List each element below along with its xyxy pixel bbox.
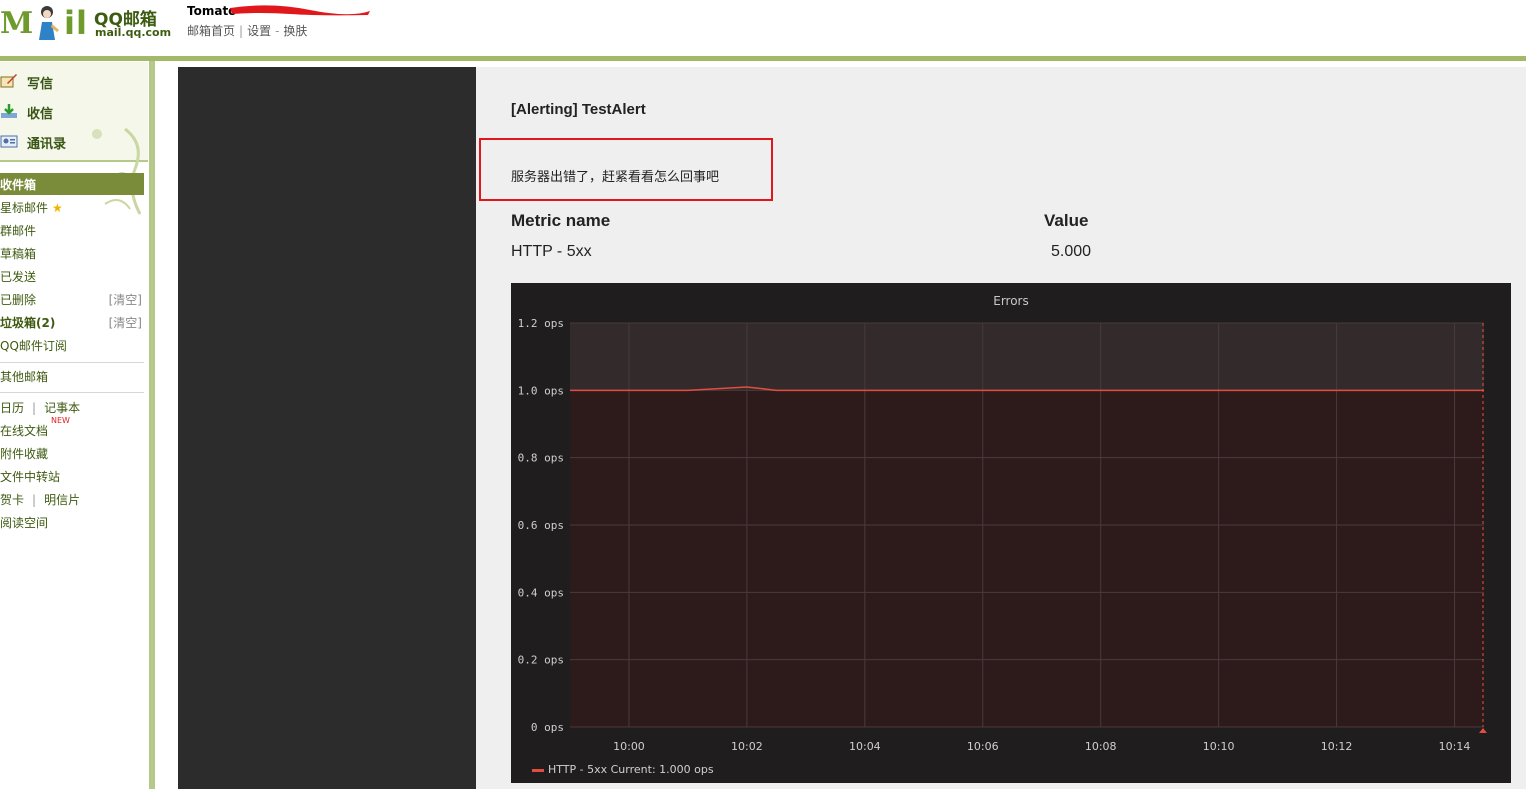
x-tick-label: 10:14 bbox=[1439, 740, 1471, 753]
x-tick-label: 10:12 bbox=[1321, 740, 1353, 753]
legend-label: HTTP - 5xx Current: 1.000 ops bbox=[548, 763, 714, 776]
mailbox-home-link[interactable]: 邮箱首页 bbox=[187, 24, 235, 38]
y-tick-label: 0.4 ops bbox=[518, 586, 564, 599]
y-tick-label: 1.0 ops bbox=[518, 384, 564, 397]
folder-label: 群邮件 bbox=[0, 224, 37, 238]
logo-domain: mail.qq.com bbox=[95, 26, 172, 39]
x-tick-label: 10:08 bbox=[1085, 740, 1117, 753]
folder-label: QQ邮件订阅 bbox=[0, 339, 67, 353]
folder-inbox[interactable]: 收件箱 bbox=[0, 173, 144, 195]
user-name: Tomato bbox=[187, 4, 237, 18]
y-tick-label: 0 ops bbox=[531, 721, 564, 734]
settings-link[interactable]: 设置 bbox=[247, 24, 271, 38]
folder-group[interactable]: 群邮件 bbox=[0, 220, 144, 240]
other-mailboxes[interactable]: 其他邮箱 bbox=[0, 366, 144, 386]
tools-reading[interactable]: 阅读空间 bbox=[0, 512, 144, 532]
logo-figure-icon bbox=[39, 6, 59, 40]
sidebar-divider bbox=[0, 392, 144, 393]
y-tick-label: 0.2 ops bbox=[518, 654, 564, 667]
separator: | bbox=[32, 401, 37, 415]
contacts-label: 通讯录 bbox=[27, 137, 67, 152]
metric-name-value: HTTP - 5xx bbox=[511, 243, 592, 260]
metric-name-header: Metric name bbox=[511, 211, 611, 230]
x-tick-label: 10:10 bbox=[1203, 740, 1235, 753]
calendar-link[interactable]: 日历 bbox=[0, 401, 24, 415]
top-links: 邮箱首页 | 设置 - 换肤 bbox=[187, 22, 307, 39]
chart-title: Errors bbox=[993, 294, 1029, 308]
x-tick-label: 10:02 bbox=[731, 740, 763, 753]
folder-label: 草稿箱 bbox=[0, 247, 37, 261]
docs-link: 在线文档 bbox=[0, 424, 49, 438]
y-tick-label: 0.6 ops bbox=[518, 519, 564, 532]
separator: - bbox=[275, 24, 280, 38]
chart-svg: Errors 0 ops 0.2 ops 0.4 ops 0.6 ops 0.8 ops 1… bbox=[511, 283, 1511, 783]
skin-link[interactable]: 换肤 bbox=[283, 24, 307, 38]
transfer-link: 文件中转站 bbox=[0, 470, 61, 484]
alert-message: 服务器出错了，赶紧看看怎么回事吧 bbox=[511, 170, 720, 185]
tools-transfer[interactable]: 文件中转站 bbox=[0, 466, 144, 486]
y-tick-label: 1.2 ops bbox=[518, 317, 564, 330]
redaction-scribble bbox=[230, 5, 370, 16]
compose-button[interactable]: 写信 bbox=[0, 70, 120, 94]
starred-label: 星标邮件 bbox=[0, 201, 49, 215]
y-tick-label: 0.8 ops bbox=[518, 452, 564, 465]
card-link[interactable]: 贺卡 bbox=[0, 493, 24, 507]
download-icon bbox=[1, 104, 17, 118]
threshold-region bbox=[570, 323, 1484, 391]
folder-starred[interactable]: 星标邮件 ★ bbox=[0, 197, 144, 217]
receive-label: 收信 bbox=[27, 107, 54, 122]
logo-il: il bbox=[64, 4, 88, 42]
folder-label: 已发送 bbox=[0, 270, 37, 284]
new-badge: NEW bbox=[51, 416, 70, 425]
sidebar-border bbox=[149, 61, 155, 789]
tools-attachments[interactable]: 附件收藏 bbox=[0, 443, 144, 463]
star-icon: ★ bbox=[52, 201, 63, 215]
legend-swatch bbox=[532, 769, 544, 772]
tools-card-row: 贺卡 | 明信片 bbox=[0, 489, 144, 509]
clear-deleted-link[interactable]: [清空] bbox=[109, 291, 142, 308]
folder-drafts[interactable]: 草稿箱 bbox=[0, 243, 144, 263]
alert-title: [Alerting] TestAlert bbox=[511, 101, 646, 118]
attachments-link: 附件收藏 bbox=[0, 447, 49, 461]
receive-button[interactable]: 收信 bbox=[0, 100, 120, 124]
separator: | bbox=[32, 493, 37, 507]
tools-calendar-row: 日历 | 记事本 bbox=[0, 397, 144, 417]
metric-value: 5.000 bbox=[1051, 243, 1092, 260]
postcard-link[interactable]: 明信片 bbox=[44, 493, 80, 507]
x-tick-label: 10:06 bbox=[967, 740, 999, 753]
tools-row: 日历 | 记事本 bbox=[0, 399, 80, 416]
sidebar-divider bbox=[0, 362, 144, 363]
inbox-label: 收件箱 bbox=[0, 178, 37, 192]
clear-spam-link[interactable]: [清空] bbox=[109, 314, 142, 331]
folder-label: 其他邮箱 bbox=[0, 370, 49, 384]
header: M il QQ邮箱 mail.qq.com Tomato 邮箱首页 | 设置 - 换肤 bbox=[0, 0, 1526, 56]
folder-label: 已删除 bbox=[0, 293, 37, 307]
contacts-button[interactable]: 通讯录 bbox=[0, 130, 120, 154]
compose-label: 写信 bbox=[27, 77, 54, 92]
tools-docs-row[interactable]: 在线文档 NEW bbox=[0, 416, 144, 440]
logo-m: M bbox=[0, 6, 34, 41]
folder-spam[interactable]: 垃圾箱(2) [清空] bbox=[0, 312, 144, 332]
separator: | bbox=[239, 24, 244, 38]
x-tick-label: 10:00 bbox=[613, 740, 645, 753]
tools-row: 贺卡 | 明信片 bbox=[0, 491, 80, 508]
folder-label: 垃圾箱(2) bbox=[0, 316, 56, 330]
errors-chart: Errors 0 ops 0.2 ops 0.4 ops 0.6 ops 0.8 ops 1… bbox=[511, 283, 1511, 783]
qq-mail-logo[interactable]: M il QQ邮箱 mail.qq.com bbox=[0, 0, 175, 50]
folder-deleted[interactable]: 已删除 [清空] bbox=[0, 289, 144, 309]
reading-link: 阅读空间 bbox=[0, 516, 49, 530]
compose-icon bbox=[0, 74, 17, 88]
folder-subscriptions[interactable]: QQ邮件订阅 bbox=[0, 335, 144, 355]
contacts-icon bbox=[0, 135, 18, 148]
folder-sent[interactable]: 已发送 bbox=[0, 266, 144, 286]
notepad-link[interactable]: 记事本 bbox=[44, 401, 80, 415]
folder-label: 星标邮件 ★ bbox=[0, 199, 63, 216]
dark-panel bbox=[178, 67, 476, 789]
value-header: Value bbox=[1044, 211, 1089, 230]
x-tick-label: 10:04 bbox=[849, 740, 881, 753]
